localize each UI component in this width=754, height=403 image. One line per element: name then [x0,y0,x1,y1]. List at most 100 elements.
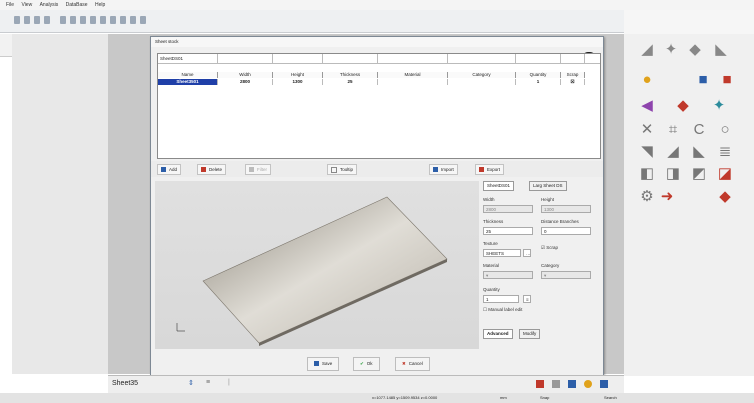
props-tab-2[interactable]: Larg Sheet DS [529,181,567,191]
quantity-reset-button[interactable]: ≡ [523,295,531,303]
col-name[interactable]: Name [158,72,218,78]
zoom-fit-icon[interactable] [80,16,86,24]
sheet-3d-viewer[interactable] [155,181,479,349]
manual-label-row[interactable]: ☐ Manual label edit [483,307,522,313]
status-icon-3[interactable] [568,380,576,388]
row-thickness[interactable]: 25 [323,79,378,85]
tool-24-icon[interactable]: ➜ [658,189,676,205]
layers-icon[interactable] [140,16,146,24]
open-icon[interactable] [24,16,30,24]
new-icon[interactable] [14,16,20,24]
sheet-switch-icon[interactable]: ⇕ [188,379,194,387]
tool-10-icon[interactable]: ✦ [710,98,728,114]
ok-button[interactable]: ✔ Ok [353,357,380,371]
width-filter-input[interactable] [218,54,273,63]
tool-9-icon[interactable]: ◆ [674,98,692,114]
tool-25-icon[interactable]: ◆ [716,189,734,205]
status-icon-1[interactable] [536,380,544,388]
row-height[interactable]: 1300 [273,79,323,85]
tool-11-icon[interactable]: ✕ [638,122,656,138]
row-width[interactable]: 2800 [218,79,273,85]
scrap-checkbox-row[interactable]: ☑ Scrap [541,245,558,251]
material-select[interactable]: ▾ [483,271,533,279]
col-height[interactable]: Height [273,72,323,78]
tool-18-icon[interactable]: ≣ [716,144,734,160]
tool-13-icon[interactable]: C [690,122,708,138]
thickness-filter-input[interactable] [323,54,378,63]
distance-field[interactable]: 0 [541,227,591,235]
measure-icon[interactable] [130,16,136,24]
quantity-filter-input[interactable] [516,54,561,63]
tooltip-button[interactable]: Tooltip [327,164,358,175]
search-field[interactable]: Search [604,395,617,400]
save-icon[interactable] [34,16,40,24]
props-tab-1[interactable]: SheetDS01 [483,181,515,191]
col-scrap[interactable]: Scrap [561,72,585,78]
tool-20-icon[interactable]: ◨ [664,166,682,182]
tool-22-icon[interactable]: ◪ [716,166,734,182]
import-button[interactable]: Import [429,164,458,175]
pan-icon[interactable] [90,16,96,24]
tool-7-icon[interactable]: ■ [718,72,736,88]
zoom-in-icon[interactable] [60,16,66,24]
menu-database[interactable]: DataBase [66,0,88,10]
status-icon-4[interactable] [584,380,592,388]
modify-tab[interactable]: Modify [519,329,541,339]
quantity-stepper[interactable]: 1 [483,295,519,303]
add-button[interactable]: Add [157,164,182,175]
texture-browse-button[interactable]: … [523,249,531,257]
tool-23-icon[interactable]: ⚙ [638,189,656,205]
tool-17-icon[interactable]: ◣ [690,144,708,160]
menu-file[interactable]: File [6,0,14,10]
row-scrap-checkbox[interactable]: ☒ [561,79,585,85]
cancel-button[interactable]: ✖ Cancel [395,357,430,371]
snap-toggle[interactable]: Snap [540,395,549,400]
tool-14-icon[interactable]: ○ [716,122,734,138]
row-name[interactable]: Sheet3501 [158,79,218,85]
sheet-name[interactable]: Sheet35 [112,380,138,387]
row-category[interactable] [448,79,516,85]
list-icon[interactable]: ≡ [206,379,210,386]
col-quantity[interactable]: Quantity [516,72,561,78]
undo-icon[interactable] [110,16,116,24]
tool-4-icon[interactable]: ◣ [712,42,730,58]
tool-15-icon[interactable]: ◥ [638,144,656,160]
width-field[interactable]: 2800 [483,205,533,213]
tool-12-icon[interactable]: ⌗ [664,122,682,138]
material-filter-input[interactable] [378,54,448,63]
category-select[interactable]: ▾ [541,271,591,279]
height-filter-input[interactable] [273,54,323,63]
tool-5-icon[interactable]: ● [638,72,656,88]
menu-view[interactable]: View [21,0,32,10]
col-thickness[interactable]: Thickness [323,72,378,78]
row-quantity[interactable]: 1 [516,79,561,85]
tool-6-icon[interactable]: ■ [694,72,712,88]
thickness-field[interactable]: 25 [483,227,533,235]
status-icon-2[interactable] [552,380,560,388]
texture-select[interactable]: SHEETS [483,249,521,257]
tool-19-icon[interactable]: ◧ [638,166,656,182]
tool-8-icon[interactable]: ◀ [638,98,656,114]
print-icon[interactable] [44,16,50,24]
tool-16-icon[interactable]: ◢ [664,144,682,160]
category-filter-input[interactable] [448,54,516,63]
tool-3-icon[interactable]: ◆ [686,42,704,58]
col-material[interactable]: Material [378,72,448,78]
col-width[interactable]: Width [218,72,273,78]
zoom-out-icon[interactable] [70,16,76,24]
menu-help[interactable]: Help [95,0,105,10]
unit-readout[interactable]: mm [500,395,507,400]
rotate-icon[interactable] [100,16,106,24]
export-button[interactable]: Export [475,164,505,175]
save-button[interactable]: Save [307,357,340,371]
tool-2-icon[interactable]: ✦ [662,42,680,58]
filter-button[interactable]: Filter [245,164,271,175]
redo-icon[interactable] [120,16,126,24]
name-filter-input[interactable]: SheetDS01 [158,54,218,63]
advanced-tab[interactable]: Advanced [483,329,513,339]
col-category[interactable]: Category [448,72,516,78]
tool-21-icon[interactable]: ◩ [690,166,708,182]
scrap-filter-input[interactable] [561,54,585,63]
delete-button[interactable]: Delete [197,164,227,175]
tool-1-icon[interactable]: ◢ [638,42,656,58]
